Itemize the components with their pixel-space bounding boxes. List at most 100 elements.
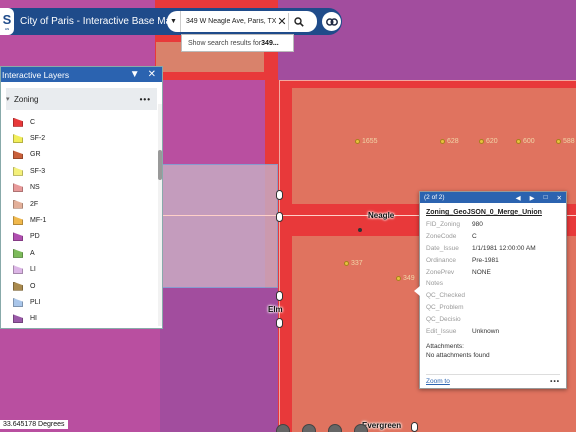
logo-subtext: AS <box>4 27 10 31</box>
attribute-row: QC_Problem <box>426 302 536 314</box>
selected-point-marker <box>358 228 362 232</box>
chevron-down-icon: ▼ <box>170 18 177 25</box>
popup-close-icon[interactable]: ✕ <box>557 194 562 202</box>
feature-popup: (2 of 2) ◀ ▶ □ ✕ Zoning_GeoJSON_0_Merge_… <box>414 191 567 389</box>
legend-label: SF-3 <box>30 167 46 175</box>
attribute-row: Notes <box>426 278 536 290</box>
legend-item: C <box>1 114 162 130</box>
search-button[interactable] <box>288 13 308 30</box>
header-bar: S AS City of Paris - Interactive Base Ma… <box>0 8 342 35</box>
attribute-key: ZoneCode <box>426 233 457 241</box>
suggestion-prefix: Show search results for <box>188 39 262 47</box>
zone-lot-north[interactable] <box>292 88 576 204</box>
link-marker-icon[interactable] <box>276 190 283 200</box>
suggestion-term: 349... <box>261 39 279 47</box>
scrollbar-thumb[interactable] <box>158 150 162 180</box>
legend-label: A <box>30 249 35 257</box>
legend-swatch-icon <box>13 248 23 258</box>
address-point[interactable]: 349 <box>396 275 415 282</box>
search-icon <box>293 16 304 27</box>
popup-maximize-icon[interactable]: □ <box>544 194 548 202</box>
address-point[interactable]: 628 <box>440 138 459 145</box>
road-north <box>279 80 576 81</box>
layer-group-zoning[interactable]: ▾ Zoning ••• <box>6 88 157 110</box>
legend-swatch-icon <box>13 183 23 193</box>
attribute-row: Edit_Issue Unknown <box>426 325 536 337</box>
legend-item: PLI <box>1 294 162 310</box>
close-icon[interactable]: ✕ <box>148 69 156 80</box>
legend-swatch-icon <box>13 134 23 144</box>
attribute-value <box>472 278 536 290</box>
expand-triangle-icon[interactable]: ▾ <box>6 95 14 103</box>
attribute-value: C <box>472 233 477 241</box>
link-marker-icon[interactable] <box>276 212 283 222</box>
legend-label: GR <box>30 151 41 159</box>
address-point[interactable]: 588 <box>556 138 575 145</box>
attribute-key: QC_Checked <box>426 292 466 300</box>
link-marker-icon[interactable] <box>276 318 283 328</box>
zoom-to-link[interactable]: Zoom to <box>426 378 450 385</box>
legend-swatch-icon <box>13 216 23 226</box>
legend-swatch-icon <box>13 281 23 291</box>
zone-pd-west[interactable] <box>160 288 278 432</box>
legend-swatch-icon <box>13 166 23 176</box>
legend-label: MF-1 <box>30 217 47 225</box>
legend-label: 2F <box>30 200 39 208</box>
app-logo[interactable]: S AS <box>0 8 14 35</box>
attribute-row: QC_Decisio <box>426 313 536 325</box>
search-source-dropdown[interactable]: ▼ <box>167 11 181 32</box>
layers-panel-header[interactable]: Interactive Layers ▼ ✕ <box>1 67 162 82</box>
link-marker-icon[interactable] <box>411 422 418 432</box>
attribute-row: FID_Zoning 980 <box>426 219 536 231</box>
legend-swatch-icon <box>13 117 23 127</box>
legend-swatch-icon <box>13 232 23 242</box>
attribute-key: Ordinance <box>426 256 456 264</box>
map-tool-button[interactable] <box>302 424 316 432</box>
scrollbar-track[interactable] <box>158 104 162 326</box>
address-dot-icon <box>344 261 349 266</box>
app-title: City of Paris - Interactive Base Map <box>20 16 177 27</box>
link-marker-icon[interactable] <box>276 291 283 301</box>
popup-more-icon[interactable]: ••• <box>550 378 560 385</box>
address-point[interactable]: 337 <box>344 260 363 267</box>
legend-label: O <box>30 282 36 290</box>
attribute-value: NONE <box>472 268 491 276</box>
attachments-text: No attachments found <box>426 351 490 359</box>
legend-swatch-icon <box>13 199 23 209</box>
legend-label: PLI <box>30 298 41 306</box>
legend-item: MF-1 <box>1 212 162 228</box>
share-link-button[interactable] <box>322 12 341 31</box>
street-label-neagle: Neagle <box>368 211 395 220</box>
minimize-icon[interactable]: ▼ <box>130 69 140 80</box>
map-tool-button[interactable] <box>276 424 290 432</box>
attribute-value <box>472 302 536 314</box>
legend-label: NS <box>30 184 40 192</box>
next-feature-icon[interactable]: ▶ <box>530 194 535 202</box>
more-options-icon[interactable]: ••• <box>140 95 151 104</box>
legend-swatch-icon <box>13 265 23 275</box>
attribute-row: ZoneCode C <box>426 231 536 243</box>
attribute-key: QC_Problem <box>426 303 464 311</box>
address-point[interactable]: 600 <box>516 138 535 145</box>
attribute-row: Ordinance Pre-1981 <box>426 254 536 266</box>
attribute-value <box>472 313 536 325</box>
selected-parcel[interactable] <box>160 164 278 288</box>
search-suggestion[interactable]: Show search results for 349... <box>181 34 294 52</box>
attribute-row: Date_Issue 1/1/1981 12:00:00 AM <box>426 243 536 255</box>
logo-letter: S <box>2 12 12 27</box>
coordinate-readout: 33.645178 Degrees <box>0 420 68 429</box>
attribute-value: 980 <box>472 221 483 229</box>
attribute-value <box>472 290 536 302</box>
attribute-key: Notes <box>426 280 443 288</box>
legend-label: C <box>30 118 36 126</box>
clear-search-icon[interactable]: ✕ <box>276 15 288 28</box>
layers-panel-title: Interactive Layers <box>2 69 70 80</box>
address-dot-icon <box>516 139 521 144</box>
legend-item: HI <box>1 311 162 324</box>
map-tool-button[interactable] <box>328 424 342 432</box>
map-tool-button[interactable] <box>354 424 368 432</box>
search-input[interactable] <box>186 18 276 25</box>
address-point[interactable]: 1655 <box>355 138 378 145</box>
previous-feature-icon[interactable]: ◀ <box>516 194 521 202</box>
address-point[interactable]: 620 <box>479 138 498 145</box>
